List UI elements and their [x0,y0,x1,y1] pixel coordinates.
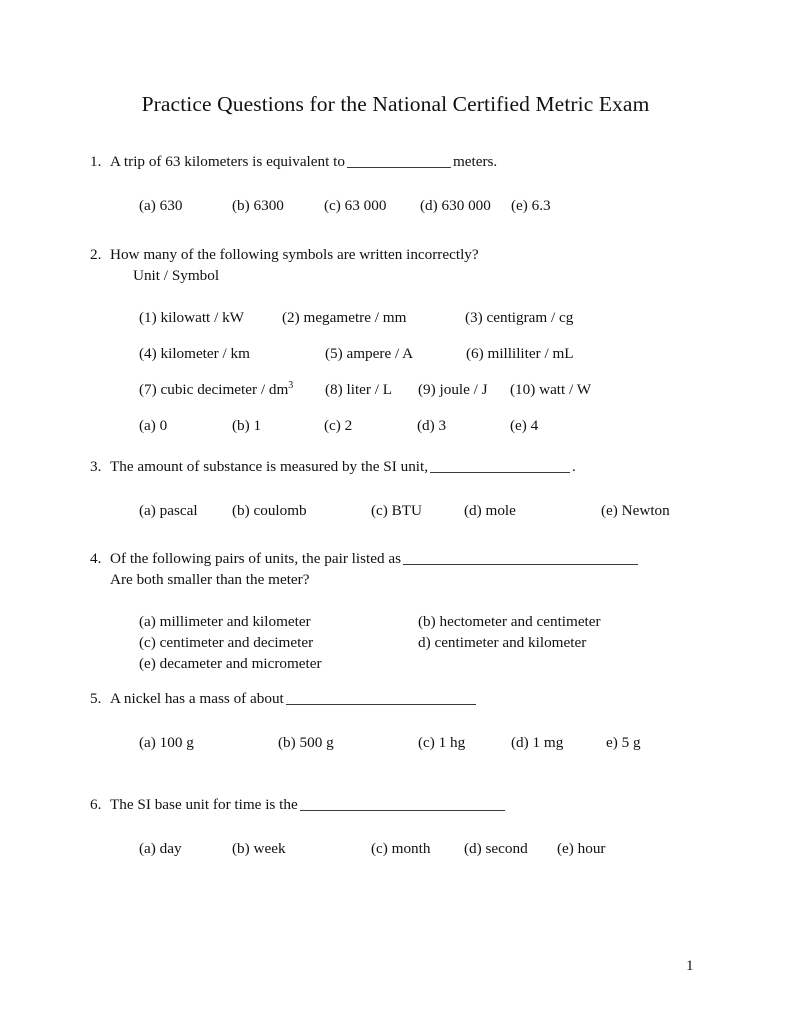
symbol-item-1[interactable]: (1) kilowatt / kW [139,307,244,328]
option-1a[interactable]: (a) 630 [139,195,182,216]
question-6-stem-text: The SI base unit for time is the [110,796,298,813]
option-4c[interactable]: (c) centimeter and decimeter [139,632,313,653]
question-1-options: (a) 630 (b) 6300 (c) 63 000 (d) 630 000 … [90,195,750,216]
option-5a[interactable]: (a) 100 g [139,732,194,753]
symbol-item-7-text: (7) cubic decimeter / dm [139,381,289,398]
option-6e[interactable]: (e) hour [557,838,606,859]
question-3-stem-text: The amount of substance is measured by t… [110,458,429,475]
question-4-stem-line2: Are both smaller than the meter? [110,571,310,588]
question-4: 4. Of the following pairs of units, the p… [90,548,750,674]
option-6d[interactable]: (d) second [464,838,528,859]
question-6: 6. The SI base unit for time is the (a) d… [90,794,750,859]
symbol-item-8[interactable]: (8) liter / L [325,379,392,400]
option-4d[interactable]: d) centimeter and kilometer [418,632,586,653]
option-5b[interactable]: (b) 500 g [278,732,334,753]
symbol-item-4[interactable]: (4) kilometer / km [139,343,250,364]
option-5c[interactable]: (c) 1 hg [418,732,465,753]
question-3-stem: 3. The amount of substance is measured by… [90,456,750,477]
option-2e[interactable]: (e) 4 [510,415,538,436]
question-4-options-row-2: (c) centimeter and decimeter d) centimet… [90,632,750,653]
question-1-stem-text: A trip of 63 kilometers is equivalent to [110,153,345,170]
option-2a[interactable]: (a) 0 [139,415,167,436]
option-3b[interactable]: (b) coulomb [232,500,307,521]
option-4a[interactable]: (a) millimeter and kilometer [139,611,311,632]
question-5: 5. A nickel has a mass of about (a) 100 g… [90,688,750,753]
question-3-stem-tail: . [572,458,576,475]
option-1e[interactable]: (e) 6.3 [511,195,551,216]
question-2-stem-text: How many of the following symbols are wr… [110,246,479,263]
question-4-stem: 4. Of the following pairs of units, the p… [90,548,750,569]
question-2-symbol-row-3: (7) cubic decimeter / dm3 (8) liter / L … [90,379,750,400]
question-4-stem-text: Of the following pairs of units, the pai… [110,550,402,567]
question-1-number: 1. [90,153,102,170]
option-1c[interactable]: (c) 63 000 [324,195,386,216]
question-1-answer-blank[interactable] [346,154,451,168]
question-2-options: (a) 0 (b) 1 (c) 2 (d) 3 (e) 4 [90,415,750,436]
question-5-stem-text: A nickel has a mass of about [110,690,284,707]
question-5-stem: 5. A nickel has a mass of about [90,688,750,709]
question-4-answer-blank[interactable] [403,551,639,565]
option-1d[interactable]: (d) 630 000 [420,195,491,216]
option-5e[interactable]: e) 5 g [606,732,641,753]
symbol-item-3[interactable]: (3) centigram / cg [465,307,573,328]
question-3-number: 3. [90,458,102,475]
question-6-stem: 6. The SI base unit for time is the [90,794,750,815]
question-5-answer-blank[interactable] [285,691,476,705]
page-number: 1 [686,957,694,974]
option-3e[interactable]: (e) Newton [601,500,670,521]
question-1: 1. A trip of 63 kilometers is equivalent … [90,151,750,216]
question-2-symbol-row-1: (1) kilowatt / kW (2) megametre / mm (3)… [90,307,750,328]
option-1b[interactable]: (b) 6300 [232,195,284,216]
question-1-stem-tail: meters. [452,153,498,170]
question-1-stem: 1. A trip of 63 kilometers is equivalent … [90,151,750,172]
document-page: Practice Questions for the National Cert… [0,0,791,1024]
question-5-options: (a) 100 g (b) 500 g (c) 1 hg (d) 1 mg e)… [90,732,750,753]
question-3: 3. The amount of substance is measured by… [90,456,750,521]
symbol-item-6[interactable]: (6) milliliter / mL [466,343,574,364]
option-3c[interactable]: (c) BTU [371,500,422,521]
symbol-item-7[interactable]: (7) cubic decimeter / dm3 [139,379,293,400]
question-2-symbol-row-2: (4) kilometer / km (5) ampere / A (6) mi… [90,343,750,364]
page-title: Practice Questions for the National Cert… [141,92,650,116]
question-3-answer-blank[interactable] [430,459,571,473]
question-2-number: 2. [90,246,102,263]
question-4-options-row-1: (a) millimeter and kilometer (b) hectome… [90,611,750,632]
option-2d[interactable]: (d) 3 [417,415,446,436]
option-5d[interactable]: (d) 1 mg [511,732,563,753]
option-3a[interactable]: (a) pascal [139,500,198,521]
option-4b[interactable]: (b) hectometer and centimeter [418,611,601,632]
option-3d[interactable]: (d) mole [464,500,516,521]
question-6-answer-blank[interactable] [299,797,505,811]
question-4-number: 4. [90,550,102,567]
option-2b[interactable]: (b) 1 [232,415,261,436]
option-2c[interactable]: (c) 2 [324,415,352,436]
question-5-number: 5. [90,690,102,707]
question-2-subheading: Unit / Symbol [133,267,220,284]
question-2-stem: 2. How many of the following symbols are … [90,244,750,265]
option-4e[interactable]: (e) decameter and micrometer [139,653,322,674]
option-6b[interactable]: (b) week [232,838,286,859]
question-6-options: (a) day (b) week (c) month (d) second (e… [90,838,750,859]
option-6a[interactable]: (a) day [139,838,182,859]
symbol-item-10[interactable]: (10) watt / W [510,379,591,400]
symbol-item-5[interactable]: (5) ampere / A [325,343,413,364]
question-3-options: (a) pascal (b) coulomb (c) BTU (d) mole … [90,500,750,521]
question-4-options-row-3: (e) decameter and micrometer [90,653,750,674]
question-6-number: 6. [90,796,102,813]
symbol-item-2[interactable]: (2) megametre / mm [282,307,406,328]
symbol-item-7-exponent: 3 [288,379,294,391]
option-6c[interactable]: (c) month [371,838,430,859]
symbol-item-9[interactable]: (9) joule / J [418,379,488,400]
question-2: 2. How many of the following symbols are … [90,244,750,436]
